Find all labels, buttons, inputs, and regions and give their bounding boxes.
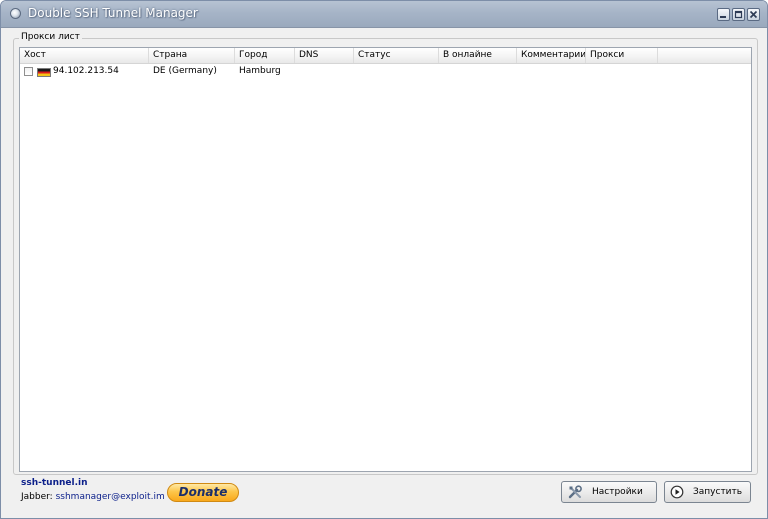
- title-bar[interactable]: Double SSH Tunnel Manager: [1, 1, 767, 28]
- donate-button[interactable]: Donate: [167, 483, 239, 502]
- settings-label: Настройки: [592, 487, 643, 497]
- cell-host: 94.102.213.54: [53, 66, 119, 76]
- start-button[interactable]: Запустить: [664, 481, 751, 503]
- minimize-button[interactable]: [717, 8, 730, 21]
- cell-city: Hamburg: [239, 66, 281, 76]
- column-header-dns[interactable]: DNS: [295, 48, 354, 63]
- proxy-table[interactable]: Хост Страна Город DNS Статус В онлайне К…: [19, 47, 752, 472]
- app-window: Double SSH Tunnel Manager Прокси лист Хо…: [0, 0, 768, 519]
- start-label: Запустить: [693, 487, 743, 497]
- cell-country: DE (Germany): [153, 66, 217, 76]
- maximize-icon: [734, 10, 743, 19]
- column-header-status[interactable]: Статус: [354, 48, 439, 63]
- jabber-contact-link[interactable]: sshmanager@exploit.im: [56, 492, 165, 502]
- window-title: Double SSH Tunnel Manager: [28, 6, 198, 20]
- tools-icon: [568, 485, 582, 499]
- close-button[interactable]: [747, 8, 760, 21]
- column-header-city[interactable]: Город: [235, 48, 295, 63]
- minimize-icon: [720, 16, 726, 18]
- table-row[interactable]: 94.102.213.54 DE (Germany) Hamburg: [20, 64, 751, 79]
- close-icon: [749, 10, 758, 19]
- proxy-list-label: Прокси лист: [19, 32, 82, 42]
- jabber-info: Jabber: sshmanager@exploit.im: [21, 492, 165, 502]
- site-link[interactable]: ssh-tunnel.in: [21, 478, 87, 488]
- table-header: Хост Страна Город DNS Статус В онлайне К…: [20, 48, 751, 64]
- column-header-country[interactable]: Страна: [149, 48, 235, 63]
- column-header-host[interactable]: Хост: [20, 48, 149, 63]
- germany-flag-icon: [37, 68, 51, 77]
- row-checkbox[interactable]: [24, 67, 33, 76]
- settings-button[interactable]: Настройки: [561, 481, 657, 503]
- column-header-proxy[interactable]: Прокси: [586, 48, 658, 63]
- column-header-online[interactable]: В онлайне: [439, 48, 517, 63]
- app-icon[interactable]: [10, 8, 21, 19]
- jabber-label: Jabber:: [21, 492, 53, 502]
- column-header-comments[interactable]: Комментарии: [517, 48, 586, 63]
- play-icon: [670, 485, 684, 499]
- maximize-button[interactable]: [732, 8, 745, 21]
